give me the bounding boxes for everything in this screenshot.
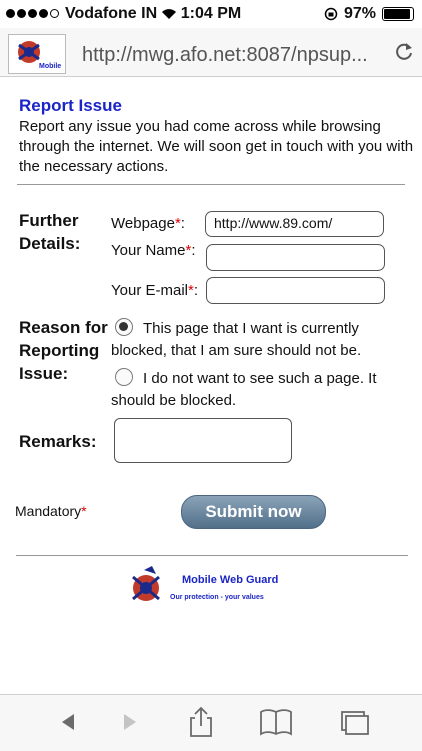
footer-brand: Mobile Web Guard: [182, 574, 279, 586]
status-bar: Vodafone IN 1:04 PM 97%: [0, 0, 422, 28]
divider: [16, 555, 408, 556]
bookmarks-icon[interactable]: [256, 706, 296, 738]
email-field[interactable]: [206, 277, 385, 304]
mobile-web-guard-logo: [126, 564, 174, 612]
site-favicon: Mobile: [8, 34, 66, 74]
reload-icon[interactable]: [394, 40, 414, 69]
email-label: Your E-mail*:: [111, 282, 198, 299]
remarks-label: Remarks:: [19, 432, 97, 451]
battery-percentage: 97%: [343, 5, 376, 22]
rotation-lock-icon: [324, 7, 338, 21]
name-field[interactable]: [206, 244, 385, 271]
back-icon[interactable]: [48, 706, 88, 738]
page-title: Report Issue: [19, 96, 122, 115]
footer-tagline: Our protection - your values: [170, 594, 264, 601]
name-label: Your Name*:: [111, 242, 196, 259]
address-url[interactable]: http://mwg.afo.net:8087/npsup...: [82, 44, 382, 67]
battery-icon: [382, 7, 414, 21]
tabs-icon[interactable]: [334, 706, 374, 738]
remarks-field[interactable]: [114, 418, 292, 463]
webpage-label: Webpage*:: [111, 215, 185, 232]
favicon-label: Mobile: [39, 63, 61, 70]
divider: [17, 184, 405, 185]
reason-label: Reason for Reporting Issue:: [19, 318, 108, 383]
forward-icon[interactable]: [110, 706, 150, 738]
webpage-field[interactable]: http://www.89.com/: [205, 211, 384, 237]
share-icon[interactable]: [181, 706, 221, 738]
mandatory-note: Mandatory*: [15, 503, 87, 519]
further-details-label: Further Details:: [19, 211, 81, 253]
submit-button[interactable]: Submit now: [181, 495, 326, 529]
reason-option-2: I do not want to see such a page. It sho…: [111, 370, 377, 409]
reason-option-1: This page that I want is currently block…: [111, 320, 362, 359]
intro-text: Report any issue you had come across whi…: [19, 118, 414, 175]
